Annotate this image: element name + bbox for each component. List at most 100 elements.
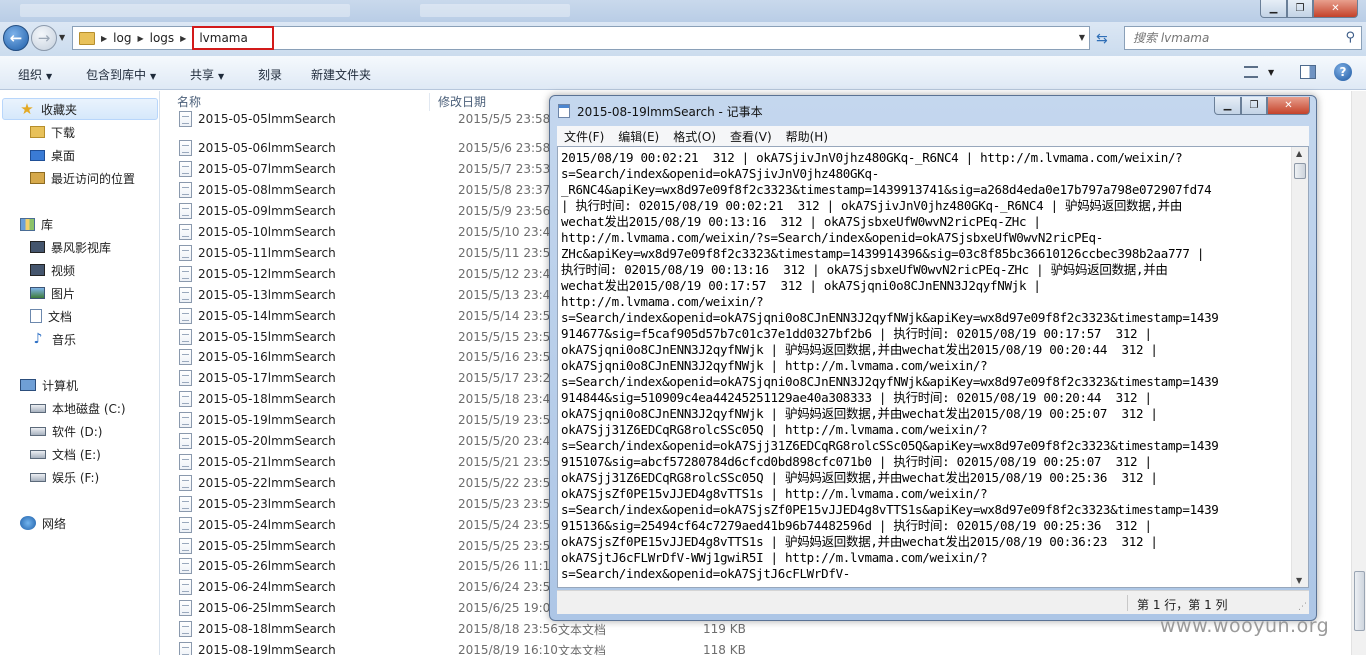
file-name: 2015-05-14lmmSearch (198, 308, 336, 323)
menu-format[interactable]: 格式(O) (673, 128, 716, 145)
breadcrumb-logs[interactable]: logs (150, 31, 175, 45)
file-row[interactable]: 2015-08-19lmmSearch 2015/8/19 16:10 文本文档 11… (179, 640, 746, 655)
file-row[interactable]: 2015-08-18lmmSearch 2015/8/18 23:56 文本文档 11… (179, 619, 746, 640)
nav-baofeng-library[interactable]: 暴风影视库 (30, 236, 111, 258)
nav-pictures[interactable]: 图片 (30, 282, 75, 304)
file-list-scrollbar[interactable] (1351, 91, 1366, 655)
notepad-menu-bar: 文件(F) 编辑(E) 格式(O) 查看(V) 帮助(H) (557, 126, 1309, 146)
breadcrumb-log[interactable]: log (113, 31, 131, 45)
notepad-content[interactable]: 2015/08/19 00:02:21 312 | okA7SjivJnV0jh… (561, 150, 1293, 582)
video-icon (30, 264, 45, 276)
notepad-text-area[interactable]: 2015/08/19 00:02:21 312 | okA7SjivJnV0jh… (557, 146, 1309, 588)
nav-drive-e[interactable]: 文档 (E:) (30, 443, 101, 465)
share-button[interactable]: 共享 ▼ (190, 66, 224, 83)
nav-drive-d[interactable]: 软件 (D:) (30, 420, 102, 442)
include-in-library-button[interactable]: 包含到库中 ▼ (86, 66, 156, 83)
breadcrumb-lvmama[interactable]: lvmama (192, 26, 274, 50)
search-input[interactable] (1125, 27, 1325, 49)
text-file-icon (179, 600, 192, 617)
forward-button[interactable]: → (31, 25, 57, 51)
notepad-close-button[interactable]: ✕ (1267, 97, 1310, 115)
help-icon[interactable]: ? (1334, 63, 1352, 81)
file-row[interactable]: 2015-05-17lmmSearch 2015/5/17 23:28 (179, 368, 578, 389)
file-row[interactable]: 2015-05-07lmmSearch 2015/5/7 23:53 (179, 159, 578, 180)
file-row[interactable]: 2015-05-10lmmSearch 2015/5/10 23:46 (179, 222, 578, 243)
drive-icon (30, 472, 46, 482)
chevron-right-icon[interactable]: ▶ (137, 34, 143, 43)
menu-view[interactable]: 查看(V) (730, 128, 772, 145)
nav-recent-places[interactable]: 最近访问的位置 (30, 167, 135, 189)
file-row[interactable]: 2015-05-08lmmSearch 2015/5/8 23:37 (179, 180, 578, 201)
minimize-button[interactable]: ▁ (1260, 0, 1287, 18)
scroll-down-icon[interactable]: ▼ (1296, 576, 1302, 585)
file-row[interactable]: 2015-05-25lmmSearch 2015/5/25 23:58 (179, 535, 578, 556)
file-row[interactable]: 2015-05-16lmmSearch 2015/5/16 23:50 (179, 347, 578, 368)
text-line: okA7Sjqni0o8CJnENN3J2qyfNWjk | http://m.… (561, 358, 988, 373)
notepad-minimize-button[interactable]: ▁ (1214, 97, 1241, 115)
nav-music[interactable]: ♪ 音乐 (30, 328, 76, 350)
file-row[interactable]: 2015-05-21lmmSearch 2015/5/21 23:59 (179, 451, 578, 472)
file-row[interactable]: 2015-05-12lmmSearch 2015/5/12 23:40 (179, 263, 578, 284)
address-bar[interactable]: ▶ log ▶ logs ▶ lvmama ▼ (72, 26, 1090, 50)
organize-button[interactable]: 组织 ▼ (18, 66, 52, 83)
resize-grip-icon[interactable]: ⋰ (1298, 602, 1307, 612)
address-dropdown-icon[interactable]: ▼ (1079, 33, 1085, 42)
burn-button[interactable]: 刻录 (258, 66, 282, 83)
maximize-button[interactable]: ❐ (1287, 0, 1313, 18)
search-icon[interactable]: ⚲ (1345, 30, 1355, 45)
text-file-icon (179, 203, 192, 220)
file-row[interactable]: 2015-05-18lmmSearch 2015/5/18 23:49 (179, 389, 578, 410)
menu-help[interactable]: 帮助(H) (786, 128, 828, 145)
file-row[interactable]: 2015-05-09lmmSearch 2015/5/9 23:56 (179, 201, 578, 222)
nav-computer[interactable]: 计算机 (20, 374, 78, 396)
file-type: 文本文档 (558, 622, 607, 637)
file-row[interactable]: 2015-06-24lmmSearch 2015/6/24 23:58 (179, 577, 578, 598)
text-line: 914844&sig=510909c4ea44245251129ae40a308… (561, 390, 1152, 405)
text-line: okA7SjsZf0PE15vJJED4g8vTTS1s | 驴妈妈返回数据,并… (561, 534, 1158, 549)
change-view-icon[interactable] (1244, 66, 1258, 78)
scrollbar-thumb[interactable] (1354, 571, 1365, 631)
text-line: 915136&sig=25494cf64c7279aed41b96b744825… (561, 518, 1152, 533)
nav-documents[interactable]: 文档 (30, 305, 72, 327)
close-button[interactable]: ✕ (1313, 0, 1358, 18)
chevron-right-icon[interactable]: ▶ (101, 34, 107, 43)
menu-file[interactable]: 文件(F) (564, 128, 604, 145)
nav-favorites[interactable]: ★ 收藏夹 (2, 98, 158, 120)
file-row[interactable]: 2015-05-22lmmSearch 2015/5/22 23:57 (179, 472, 578, 493)
file-row[interactable]: 2015-05-26lmmSearch 2015/5/26 11:12 (179, 556, 578, 577)
nav-libraries[interactable]: 库 (20, 213, 53, 235)
file-row[interactable]: 2015-06-25lmmSearch 2015/6/25 19:04 (179, 598, 578, 619)
file-row[interactable]: 2015-05-11lmmSearch 2015/5/11 23:50 (179, 242, 578, 263)
nav-videos[interactable]: 视频 (30, 259, 75, 281)
notepad-maximize-button[interactable]: ❐ (1241, 97, 1267, 115)
pictures-icon (30, 287, 45, 299)
file-row[interactable]: 2015-05-13lmmSearch 2015/5/13 23:48 (179, 284, 578, 305)
new-folder-button[interactable]: 新建文件夹 (311, 66, 371, 83)
nav-desktop[interactable]: 桌面 (30, 144, 75, 166)
preview-pane-icon[interactable] (1300, 65, 1316, 79)
file-row[interactable]: 2015-05-20lmmSearch 2015/5/20 23:46 (179, 431, 578, 452)
menu-edit[interactable]: 编辑(E) (618, 128, 659, 145)
view-dropdown-icon[interactable]: ▼ (1268, 68, 1274, 77)
file-row[interactable]: 2015-05-23lmmSearch 2015/5/23 23:57 (179, 493, 578, 514)
nav-network[interactable]: 网络 (20, 512, 66, 534)
dropdown-arrow-icon: ▼ (218, 72, 225, 81)
back-button[interactable]: ← (3, 25, 29, 51)
file-row[interactable]: 2015-05-05lmmSearch 2015/5/5 23:58 (179, 108, 578, 129)
file-row[interactable]: 2015-05-06lmmSearch 2015/5/6 23:58 (179, 138, 578, 159)
nav-downloads[interactable]: 下载 (30, 121, 75, 143)
file-row[interactable]: 2015-05-14lmmSearch 2015/5/14 23:55 (179, 305, 578, 326)
refresh-icon[interactable]: ⇆ (1096, 31, 1108, 47)
file-row[interactable]: 2015-05-15lmmSearch 2015/5/15 23:59 (179, 326, 578, 347)
notepad-scrollbar[interactable]: ▲ ▼ (1291, 147, 1308, 587)
search-box[interactable]: ⚲ (1124, 26, 1362, 50)
nav-drive-f[interactable]: 娱乐 (F:) (30, 466, 99, 488)
recent-pages-dropdown[interactable]: ▼ (59, 33, 65, 42)
file-row[interactable]: 2015-05-19lmmSearch 2015/5/19 23:58 (179, 410, 578, 431)
notepad-scrollbar-thumb[interactable] (1294, 163, 1306, 179)
nav-drive-c[interactable]: 本地磁盘 (C:) (30, 397, 126, 419)
file-row[interactable]: 2015-05-24lmmSearch 2015/5/24 23:59 (179, 514, 578, 535)
scroll-up-icon[interactable]: ▲ (1296, 149, 1302, 158)
file-name: 2015-05-22lmmSearch (198, 475, 336, 490)
chevron-right-icon[interactable]: ▶ (180, 34, 186, 43)
